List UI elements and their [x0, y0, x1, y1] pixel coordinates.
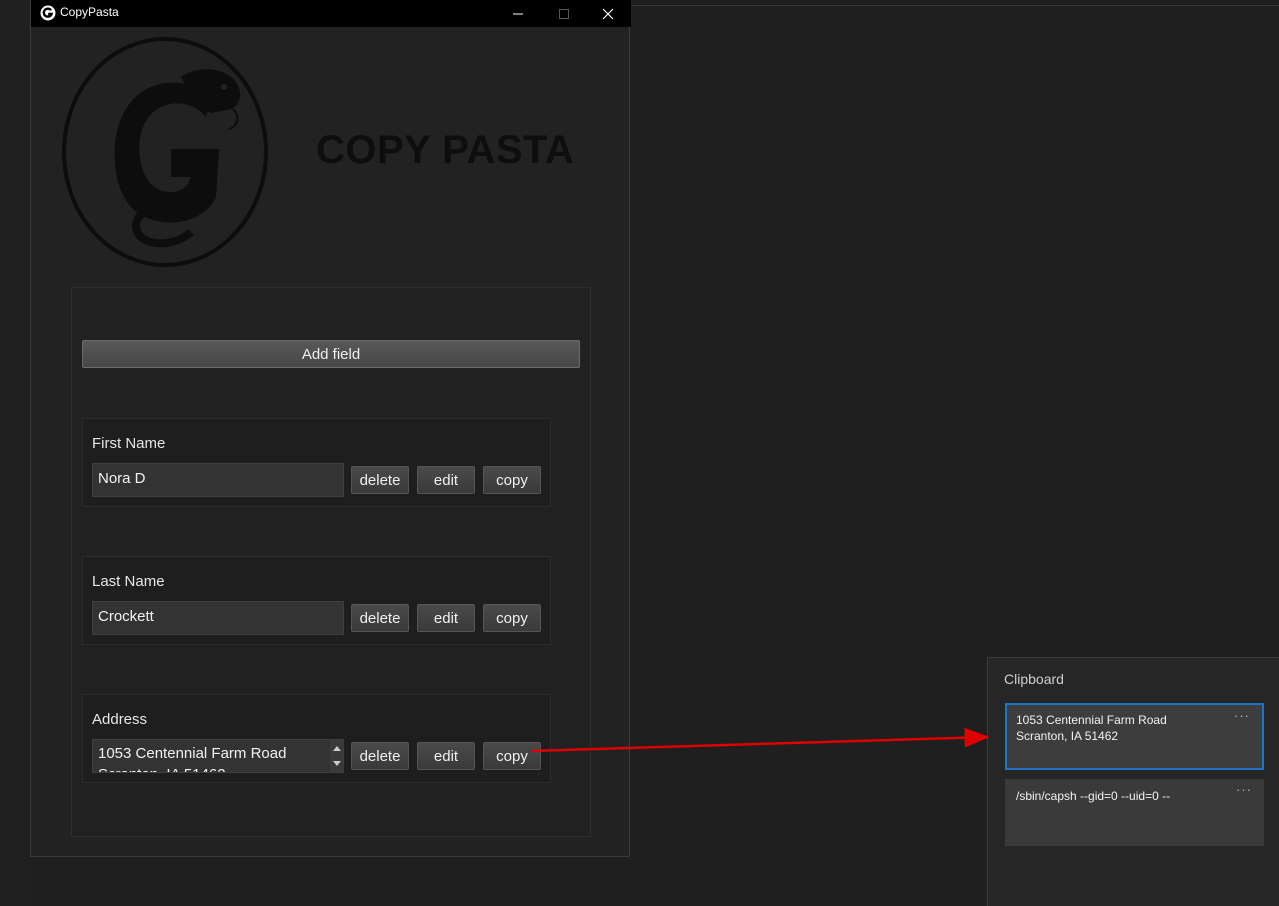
address-textarea[interactable]: 1053 Centennial Farm Road Scranton, IA 5…: [92, 739, 344, 773]
address-line-1: 1053 Centennial Farm Road: [98, 745, 287, 762]
desktop-background: [630, 5, 1279, 6]
first-name-input[interactable]: Nora D: [92, 463, 344, 497]
minimize-button[interactable]: [495, 0, 541, 27]
field-label: Last Name: [92, 573, 165, 590]
more-options-icon[interactable]: ···: [1236, 782, 1252, 798]
close-icon: [602, 8, 614, 19]
field-card-first-name: First Name Nora D delete edit copy: [82, 418, 551, 507]
fields-panel: Add field First Name Nora D delete edit …: [71, 287, 591, 837]
clipboard-item-line-1: /sbin/capsh --gid=0 --uid=0 --: [1016, 789, 1171, 803]
delete-button[interactable]: delete: [351, 742, 409, 770]
clipboard-item-line-2: Scranton, IA 51462: [1016, 729, 1119, 743]
clipboard-title: Clipboard: [1004, 671, 1064, 687]
field-label: First Name: [92, 435, 166, 452]
clipboard-item[interactable]: /sbin/capsh --gid=0 --uid=0 -- ···: [1005, 779, 1264, 846]
field-card-address: Address 1053 Centennial Farm Road Scrant…: [82, 694, 551, 783]
copy-button[interactable]: copy: [483, 742, 541, 770]
minimize-icon: [513, 13, 523, 14]
window-title: CopyPasta: [60, 5, 119, 19]
copypasta-logo-icon: [62, 37, 268, 267]
app-window: CopyPasta COPY PASTA Add field First Nam…: [30, 0, 631, 857]
clipboard-item-selected[interactable]: 1053 Centennial Farm Road Scranton, IA 5…: [1005, 703, 1264, 770]
brand-title: COPY PASTA: [316, 128, 575, 172]
maximize-button[interactable]: [541, 0, 587, 27]
delete-button[interactable]: delete: [351, 604, 409, 632]
field-card-last-name: Last Name Crockett delete edit copy: [82, 556, 551, 645]
edit-button[interactable]: edit: [417, 466, 475, 494]
title-bar[interactable]: CopyPasta: [31, 0, 631, 27]
copypasta-logo-icon: [40, 5, 56, 21]
textarea-scrollbar[interactable]: [330, 740, 343, 772]
chevron-up-icon[interactable]: [330, 740, 343, 756]
clipboard-flyout: Clipboard 1053 Centennial Farm Road Scra…: [987, 657, 1279, 906]
copy-button[interactable]: copy: [483, 604, 541, 632]
clipboard-item-line-1: 1053 Centennial Farm Road: [1016, 713, 1167, 727]
edit-button[interactable]: edit: [417, 604, 475, 632]
chevron-down-icon[interactable]: [330, 756, 343, 772]
address-line-2: Scranton, IA 51462: [98, 764, 338, 772]
add-field-button[interactable]: Add field: [82, 340, 580, 368]
maximize-icon: [559, 8, 569, 19]
desktop-background-left: [0, 0, 30, 906]
last-name-input[interactable]: Crockett: [92, 601, 344, 635]
edit-button[interactable]: edit: [417, 742, 475, 770]
copy-button[interactable]: copy: [483, 466, 541, 494]
field-label: Address: [92, 711, 148, 728]
close-button[interactable]: [585, 0, 631, 27]
delete-button[interactable]: delete: [351, 466, 409, 494]
more-options-icon[interactable]: ···: [1234, 708, 1250, 724]
